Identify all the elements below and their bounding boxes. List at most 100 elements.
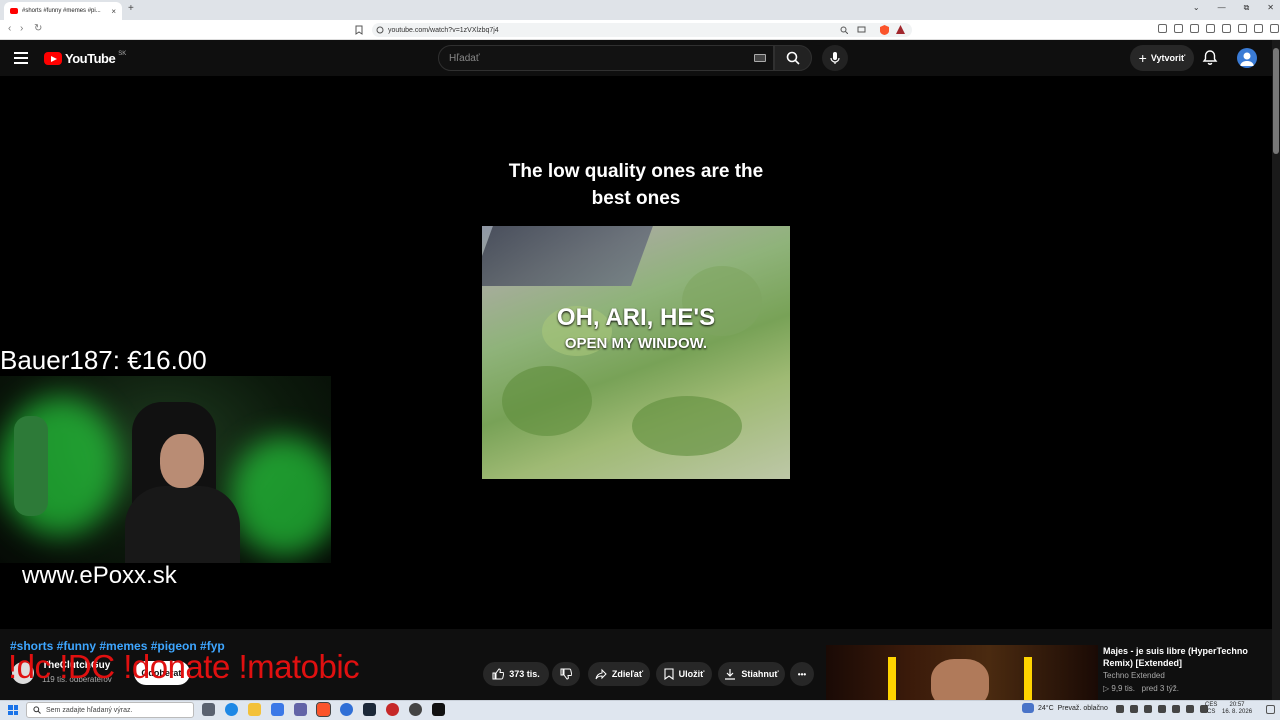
thumbs-up-icon (492, 668, 505, 680)
youtube-favicon-icon (10, 8, 18, 14)
edge-icon[interactable] (225, 703, 238, 716)
dislike-button[interactable] (552, 662, 580, 686)
video-subtitle-line-1: OH, ARI, HE'S (556, 304, 716, 331)
close-window-button[interactable]: ✕ (1267, 3, 1274, 13)
save-button[interactable]: Uložiť (656, 662, 712, 686)
leo-icon[interactable] (1254, 24, 1263, 33)
task-view-icon[interactable] (202, 703, 215, 716)
wallet-icon[interactable] (1238, 24, 1247, 33)
extension-icon[interactable] (1206, 24, 1215, 33)
language-indicator[interactable]: CES CS (1205, 702, 1217, 716)
more-icon: ••• (797, 669, 807, 679)
cast-icon[interactable] (857, 26, 866, 34)
create-label: Vytvoriť (1150, 53, 1186, 63)
notifications-bell-icon[interactable] (1202, 49, 1218, 66)
search-input[interactable]: Hľadať (438, 45, 774, 71)
weather-icon (1022, 703, 1034, 713)
url-field[interactable]: youtube.com/watch?v=1zVXlzbq7j4 (372, 23, 912, 37)
more-actions-button[interactable]: ••• (790, 662, 814, 686)
vpn-icon[interactable] (1270, 24, 1279, 33)
recommended-video-channel[interactable]: Techno Extended (1103, 671, 1165, 680)
hamburger-menu-icon[interactable] (14, 52, 28, 67)
video-caption-line-2: best ones (591, 188, 681, 209)
sidebar-icon[interactable] (1222, 24, 1231, 33)
youtube-play-icon (44, 52, 62, 65)
taskbar-search-placeholder: Sem zadajte hľadaný výraz. (46, 706, 133, 714)
teams-icon[interactable] (294, 703, 307, 716)
tab-title: #shorts #funny #memes #pi... (22, 8, 101, 14)
create-button[interactable]: + Vytvoriť (1130, 45, 1194, 71)
volume-icon[interactable] (1172, 705, 1180, 713)
search-button[interactable] (774, 45, 812, 71)
recommended-video-title[interactable]: Majes - je suis libre (HyperTechno Remix… (1103, 645, 1263, 669)
like-count: 373 tis. (509, 669, 540, 679)
restore-button[interactable]: ⧉ (1244, 3, 1250, 13)
video-subtitle-line-2: OPEN MY WINDOW. (564, 335, 708, 352)
search-icon (33, 706, 41, 714)
share-label: Zdieľať (611, 669, 644, 679)
clock[interactable]: 20:57 16. 8. 2026 (1222, 702, 1252, 716)
like-button[interactable]: 373 tis. (483, 662, 549, 686)
app-icon[interactable] (432, 703, 445, 716)
file-explorer-icon[interactable] (248, 703, 261, 716)
network-icon[interactable] (1158, 705, 1166, 713)
brave-rewards-icon[interactable] (896, 25, 905, 34)
youtube-logo-text: YouTube (65, 51, 116, 66)
voice-search-button[interactable] (822, 45, 848, 71)
obs-icon[interactable] (409, 703, 422, 716)
bookmark-icon[interactable] (355, 25, 363, 35)
download-button[interactable]: Stiahnuť (718, 662, 785, 686)
forward-button[interactable]: › (20, 23, 23, 34)
streamer-website: www.ePoxx.sk (22, 562, 177, 589)
steam-icon[interactable] (363, 703, 376, 716)
weather-widget[interactable]: 24°C Prevaž. oblačno (1022, 703, 1108, 713)
store-icon[interactable] (271, 703, 284, 716)
recommended-video-age: pred 3 týž. (1141, 684, 1179, 693)
thumbs-down-icon (560, 668, 572, 680)
app-icon[interactable] (386, 703, 399, 716)
tray-icon[interactable] (1130, 705, 1138, 713)
brave-shield-icon[interactable] (880, 25, 889, 35)
windows-start-icon[interactable] (8, 705, 18, 715)
extension-icon[interactable] (1158, 24, 1167, 33)
microphone-icon[interactable] (1144, 705, 1152, 713)
account-avatar[interactable] (1237, 48, 1257, 68)
back-button[interactable]: ‹ (8, 23, 11, 34)
system-tray (1116, 705, 1208, 713)
chevron-up-icon[interactable] (1116, 705, 1124, 713)
music-icon[interactable] (1190, 24, 1199, 33)
zoom-icon[interactable] (840, 26, 848, 34)
video-caption: The low quality ones are the best ones (482, 158, 790, 212)
video-clip-frame[interactable] (482, 226, 790, 479)
scrollbar-thumb[interactable] (1273, 48, 1279, 154)
brave-icon[interactable] (316, 702, 331, 717)
taskbar-search-input[interactable]: Sem zadajte hľadaný výraz. (26, 702, 194, 718)
browser-tab-bar: #shorts #funny #memes #pi... × + ⌄ — ⧉ ✕ (0, 0, 1280, 20)
tab-close-icon[interactable]: × (111, 7, 116, 16)
taskbar-apps (202, 702, 445, 717)
user-icon (1240, 52, 1254, 66)
save-label: Uložiť (678, 669, 705, 679)
share-button[interactable]: Zdieľať (588, 662, 650, 686)
reload-button[interactable]: ↻ (34, 23, 42, 34)
extensions-area (1158, 24, 1280, 33)
keyboard-icon[interactable] (754, 54, 766, 62)
browser-tab[interactable]: #shorts #funny #memes #pi... × (4, 2, 122, 20)
weather-temp: 24°C (1038, 704, 1054, 712)
new-tab-button[interactable]: + (128, 3, 134, 14)
minimize-button[interactable]: — (1218, 3, 1226, 13)
clock-date: 16. 8. 2026 (1222, 709, 1253, 715)
country-code: SK (118, 50, 127, 57)
youtube-logo[interactable]: YouTube SK (44, 51, 126, 66)
donation-alert: Bauer187: €16.00 (0, 345, 207, 375)
site-info-icon[interactable] (376, 26, 384, 34)
search-icon (786, 51, 800, 65)
recommended-video-thumbnail[interactable] (826, 645, 1098, 700)
download-icon (725, 669, 736, 680)
recommended-video-meta: ▷ 9,9 tis. pred 3 týž. (1103, 684, 1179, 693)
battery-icon[interactable] (1186, 705, 1194, 713)
notifications-icon[interactable] (1266, 705, 1275, 714)
app-icon[interactable] (340, 703, 353, 716)
tab-list-button[interactable]: ⌄ (1193, 3, 1200, 13)
extension-icon[interactable] (1174, 24, 1183, 33)
